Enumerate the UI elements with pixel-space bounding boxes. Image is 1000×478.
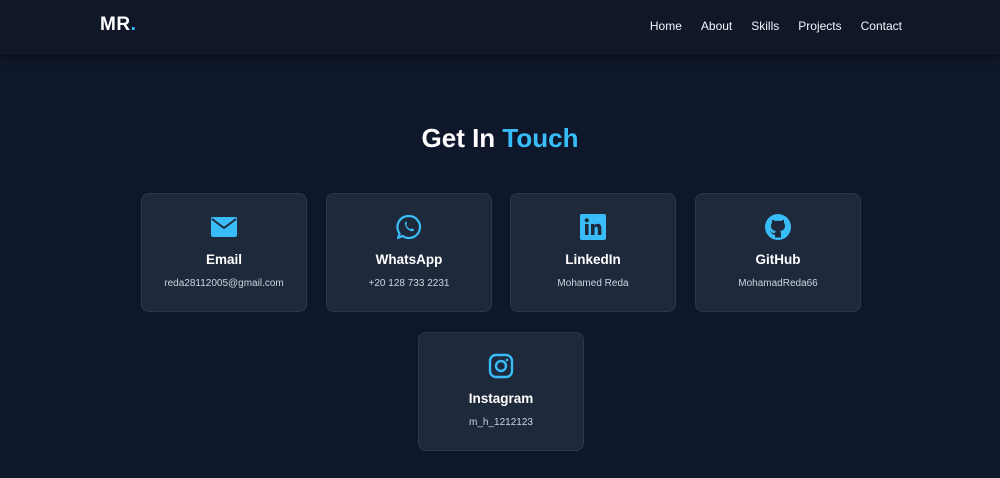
whatsapp-icon (327, 214, 491, 240)
nav-link-skills[interactable]: Skills (751, 19, 779, 33)
contact-title: LinkedIn (565, 252, 621, 267)
contact-card-email[interactable]: Email reda28112005@gmail.com (141, 193, 307, 312)
contact-card-github[interactable]: GitHub MohamadReda66 (695, 193, 861, 312)
nav-link-home[interactable]: Home (650, 19, 682, 33)
contact-title: GitHub (755, 252, 801, 267)
contact-value: m_h_1212123 (469, 417, 533, 428)
contact-title: Email (205, 252, 243, 267)
nav-link-contact[interactable]: Contact (861, 19, 902, 33)
logo-text: MR (100, 14, 131, 35)
contact-card-linkedin[interactable]: LinkedIn Mohamed Reda (510, 193, 676, 312)
heading-accent-text: Touch (502, 123, 579, 153)
logo-dot: . (130, 14, 137, 35)
contact-card-instagram[interactable]: Instagram m_h_1212123 (418, 332, 584, 451)
contact-value: reda28112005@gmail.com (164, 278, 284, 289)
contact-card-whatsapp[interactable]: WhatsApp +20 128 733 2231 (326, 193, 492, 312)
github-icon (696, 214, 860, 240)
nav-link-projects[interactable]: Projects (798, 19, 841, 33)
contact-value: MohamadReda66 (738, 278, 818, 289)
navbar: MR. Home About Skills Projects Contact (0, 0, 1000, 54)
contact-value: Mohamed Reda (557, 278, 629, 289)
envelope-icon (142, 214, 306, 240)
instagram-icon (419, 353, 583, 379)
linkedin-icon (511, 214, 675, 240)
logo[interactable]: MR. (100, 14, 136, 36)
section-heading: Get In Touch (0, 123, 1000, 154)
nav-links: Home About Skills Projects Contact (650, 19, 902, 33)
heading-text: Get In (421, 123, 496, 153)
nav-link-about[interactable]: About (701, 19, 732, 33)
contact-title: Instagram (468, 391, 534, 406)
contact-value: +20 128 733 2231 (368, 278, 450, 289)
contact-title: WhatsApp (375, 252, 443, 267)
